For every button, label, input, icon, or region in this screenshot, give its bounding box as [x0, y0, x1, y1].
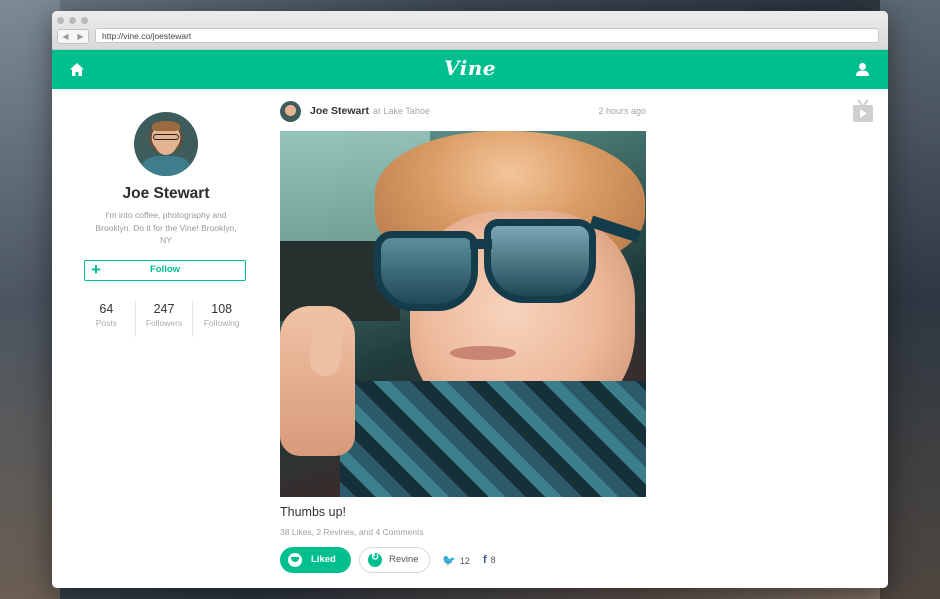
background-blur-left — [0, 0, 60, 599]
post-video-thumbnail[interactable] — [280, 131, 646, 497]
tv-icon[interactable] — [852, 99, 874, 123]
facebook-share-button[interactable]: f8 — [483, 554, 496, 566]
follow-button-label: Follow — [149, 264, 181, 275]
facebook-icon: f — [483, 554, 487, 566]
liked-button-label: Liked — [311, 554, 336, 565]
stat-following[interactable]: 108 Following — [193, 301, 250, 337]
post-location-prefix: at — [373, 106, 381, 116]
forward-arrow-icon[interactable]: ▶ — [77, 32, 83, 41]
twitter-share-count: 12 — [459, 556, 470, 566]
stat-posts[interactable]: 64 Posts — [78, 301, 136, 337]
stat-following-label: Following — [203, 318, 240, 328]
stat-following-value: 108 — [211, 302, 233, 316]
maximize-window-button[interactable] — [81, 17, 88, 24]
revine-icon — [368, 552, 382, 567]
close-window-button[interactable] — [57, 17, 64, 24]
stat-followers-value: 247 — [153, 302, 175, 316]
revine-button[interactable]: Revine — [359, 547, 430, 573]
twitter-icon: 🐦 — [442, 555, 456, 567]
post-author-avatar[interactable] — [280, 101, 301, 122]
stat-followers[interactable]: 247 Followers — [136, 301, 194, 337]
profile-name: Joe Stewart — [122, 185, 210, 202]
liked-button[interactable]: Liked — [280, 547, 351, 573]
profile-bio: I'm into coffee, photography and Brookly… — [95, 210, 237, 245]
post-timestamp: 2 hours ago — [598, 106, 646, 116]
stat-posts-label: Posts — [95, 318, 117, 328]
revine-button-label: Revine — [389, 554, 419, 565]
app-header: Vine — [52, 50, 888, 89]
browser-nav-buttons: ◀ ▶ — [57, 29, 89, 44]
back-arrow-icon[interactable]: ◀ — [62, 32, 68, 41]
post-location[interactable]: at Lake Tahoe — [373, 106, 430, 116]
profile-avatar[interactable] — [134, 112, 198, 176]
post-author-name[interactable]: Joe Stewart — [310, 105, 369, 117]
vine-logo[interactable]: Vine — [432, 56, 508, 80]
follow-button[interactable]: + Follow — [84, 260, 246, 281]
browser-titlebar: ◀ ▶ http://vine.co/joestewart — [52, 11, 888, 50]
twitter-share-button[interactable]: 🐦 12 — [442, 554, 470, 567]
post-location-name: Lake Tahoe — [383, 106, 430, 116]
address-bar[interactable]: http://vine.co/joestewart — [95, 28, 879, 43]
home-icon[interactable] — [69, 62, 85, 77]
profile-stats: 64 Posts 247 Followers 108 Following — [78, 301, 250, 337]
smile-icon — [288, 553, 302, 567]
stat-followers-label: Followers — [145, 318, 183, 328]
post-header: Joe Stewart at Lake Tahoe 2 hours ago — [280, 101, 646, 123]
stat-posts-value: 64 — [99, 302, 114, 316]
background-blur-right — [880, 0, 940, 599]
post-caption: Thumbs up! — [280, 505, 347, 519]
user-icon[interactable] — [855, 62, 870, 77]
post-engagement-summary[interactable]: 38 Likes, 2 Revines, and 4 Comments — [280, 527, 424, 537]
browser-window: ◀ ▶ http://vine.co/joestewart Vine Joe S… — [52, 11, 888, 588]
facebook-share-count: 8 — [490, 555, 496, 565]
minimize-window-button[interactable] — [69, 17, 76, 24]
